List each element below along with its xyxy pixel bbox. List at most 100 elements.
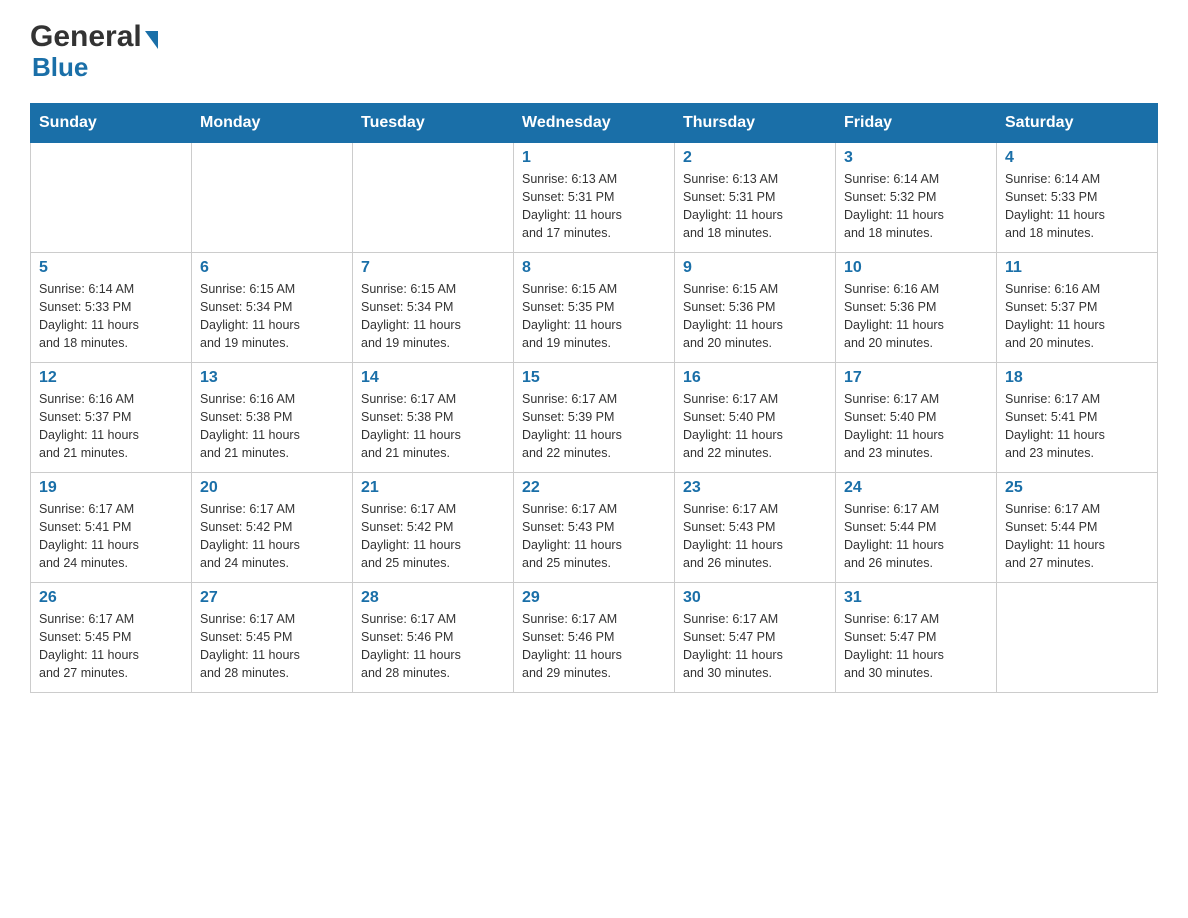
day-info: Sunrise: 6:17 AM Sunset: 5:42 PM Dayligh… [200, 500, 344, 573]
calendar-cell: 29Sunrise: 6:17 AM Sunset: 5:46 PM Dayli… [514, 583, 675, 693]
day-info: Sunrise: 6:17 AM Sunset: 5:43 PM Dayligh… [683, 500, 827, 573]
day-info: Sunrise: 6:16 AM Sunset: 5:37 PM Dayligh… [39, 390, 183, 463]
calendar-cell: 6 Sunrise: 6:15 AM Sunset: 5:34 PM Daylig… [192, 253, 353, 363]
calendar-cell: 27Sunrise: 6:17 AM Sunset: 5:45 PM Dayli… [192, 583, 353, 693]
day-info: Sunrise: 6:15 AM Sunset: 5:34 PM Dayligh… [361, 280, 505, 353]
calendar-cell: 14Sunrise: 6:17 AM Sunset: 5:38 PM Dayli… [353, 363, 514, 473]
day-info: Sunrise: 6:15 AM Sunset: 5:34 PM Dayligh… [200, 280, 344, 353]
day-info: Sunrise: 6:13 AM Sunset: 5:31 PM Dayligh… [683, 170, 827, 243]
calendar-cell: 26 Sunrise: 6:17 AM Sunset: 5:45 PM Dayli… [31, 583, 192, 693]
calendar-cell: 19Sunrise: 6:17 AM Sunset: 5:41 PM Dayli… [31, 473, 192, 583]
weekday-header-sunday: Sunday [31, 104, 192, 143]
day-number: 31 [844, 589, 988, 607]
day-info: Sunrise: 6:16 AM Sunset: 5:36 PM Dayligh… [844, 280, 988, 353]
calendar-cell: 8Sunrise: 6:15 AM Sunset: 5:35 PM Daylig… [514, 253, 675, 363]
logo-triangle-icon [145, 31, 158, 49]
day-number: 30 [683, 589, 827, 607]
day-number: 13 [200, 369, 344, 387]
calendar-cell: 10 Sunrise: 6:16 AM Sunset: 5:36 PM Dayli… [836, 253, 997, 363]
day-number: 22 [522, 479, 666, 497]
day-number: 3 [844, 149, 988, 167]
calendar-week-1: 1 Sunrise: 6:13 AM Sunset: 5:31 PM Daylig… [31, 143, 1158, 253]
calendar-cell: 30 Sunrise: 6:17 AM Sunset: 5:47 PM Dayli… [675, 583, 836, 693]
calendar-cell: 22 Sunrise: 6:17 AM Sunset: 5:43 PM Dayli… [514, 473, 675, 583]
day-number: 23 [683, 479, 827, 497]
calendar-cell: 5 Sunrise: 6:14 AM Sunset: 5:33 PM Daylig… [31, 253, 192, 363]
day-info: Sunrise: 6:17 AM Sunset: 5:39 PM Dayligh… [522, 390, 666, 463]
day-number: 17 [844, 369, 988, 387]
calendar-cell: 15 Sunrise: 6:17 AM Sunset: 5:39 PM Dayli… [514, 363, 675, 473]
day-number: 4 [1005, 149, 1149, 167]
day-info: Sunrise: 6:15 AM Sunset: 5:35 PM Dayligh… [522, 280, 666, 353]
day-number: 5 [39, 259, 183, 277]
calendar-cell: 9Sunrise: 6:15 AM Sunset: 5:36 PM Daylig… [675, 253, 836, 363]
calendar-cell [192, 143, 353, 253]
day-number: 19 [39, 479, 183, 497]
day-info: Sunrise: 6:17 AM Sunset: 5:45 PM Dayligh… [39, 610, 183, 683]
calendar-cell: 21 Sunrise: 6:17 AM Sunset: 5:42 PM Dayli… [353, 473, 514, 583]
day-number: 1 [522, 149, 666, 167]
day-number: 26 [39, 589, 183, 607]
logo-general: General [30, 20, 142, 54]
day-number: 2 [683, 149, 827, 167]
day-number: 28 [361, 589, 505, 607]
calendar-cell: 2 Sunrise: 6:13 AM Sunset: 5:31 PM Daylig… [675, 143, 836, 253]
logo-blue-text: Blue [30, 52, 158, 83]
calendar-cell: 13 Sunrise: 6:16 AM Sunset: 5:38 PM Dayli… [192, 363, 353, 473]
day-info: Sunrise: 6:17 AM Sunset: 5:40 PM Dayligh… [844, 390, 988, 463]
day-number: 6 [200, 259, 344, 277]
logo: General Blue [30, 20, 158, 83]
calendar-cell: 4Sunrise: 6:14 AM Sunset: 5:33 PM Daylig… [997, 143, 1158, 253]
weekday-header-friday: Friday [836, 104, 997, 143]
calendar-week-4: 19Sunrise: 6:17 AM Sunset: 5:41 PM Dayli… [31, 473, 1158, 583]
day-number: 20 [200, 479, 344, 497]
day-number: 7 [361, 259, 505, 277]
calendar-cell: 1 Sunrise: 6:13 AM Sunset: 5:31 PM Daylig… [514, 143, 675, 253]
day-number: 11 [1005, 259, 1149, 277]
weekday-header-thursday: Thursday [675, 104, 836, 143]
day-info: Sunrise: 6:14 AM Sunset: 5:32 PM Dayligh… [844, 170, 988, 243]
calendar-table: SundayMondayTuesdayWednesdayThursdayFrid… [30, 103, 1158, 693]
calendar-header: SundayMondayTuesdayWednesdayThursdayFrid… [31, 104, 1158, 143]
calendar-cell: 11Sunrise: 6:16 AM Sunset: 5:37 PM Dayli… [997, 253, 1158, 363]
day-info: Sunrise: 6:13 AM Sunset: 5:31 PM Dayligh… [522, 170, 666, 243]
day-info: Sunrise: 6:17 AM Sunset: 5:47 PM Dayligh… [683, 610, 827, 683]
weekday-header-tuesday: Tuesday [353, 104, 514, 143]
weekday-header-wednesday: Wednesday [514, 104, 675, 143]
day-number: 14 [361, 369, 505, 387]
day-info: Sunrise: 6:17 AM Sunset: 5:42 PM Dayligh… [361, 500, 505, 573]
day-number: 21 [361, 479, 505, 497]
day-number: 24 [844, 479, 988, 497]
day-number: 27 [200, 589, 344, 607]
calendar-cell: 20 Sunrise: 6:17 AM Sunset: 5:42 PM Dayli… [192, 473, 353, 583]
day-info: Sunrise: 6:17 AM Sunset: 5:40 PM Dayligh… [683, 390, 827, 463]
day-info: Sunrise: 6:17 AM Sunset: 5:46 PM Dayligh… [361, 610, 505, 683]
calendar-cell: 16Sunrise: 6:17 AM Sunset: 5:40 PM Dayli… [675, 363, 836, 473]
day-number: 18 [1005, 369, 1149, 387]
calendar-cell: 7 Sunrise: 6:15 AM Sunset: 5:34 PM Daylig… [353, 253, 514, 363]
day-info: Sunrise: 6:16 AM Sunset: 5:38 PM Dayligh… [200, 390, 344, 463]
calendar-week-5: 26 Sunrise: 6:17 AM Sunset: 5:45 PM Dayli… [31, 583, 1158, 693]
calendar-cell [31, 143, 192, 253]
day-number: 15 [522, 369, 666, 387]
day-number: 29 [522, 589, 666, 607]
day-info: Sunrise: 6:17 AM Sunset: 5:43 PM Dayligh… [522, 500, 666, 573]
weekday-header-saturday: Saturday [997, 104, 1158, 143]
day-number: 10 [844, 259, 988, 277]
calendar-week-2: 5 Sunrise: 6:14 AM Sunset: 5:33 PM Daylig… [31, 253, 1158, 363]
calendar-cell: 23 Sunrise: 6:17 AM Sunset: 5:43 PM Dayli… [675, 473, 836, 583]
day-info: Sunrise: 6:17 AM Sunset: 5:41 PM Dayligh… [1005, 390, 1149, 463]
weekday-header-row: SundayMondayTuesdayWednesdayThursdayFrid… [31, 104, 1158, 143]
day-info: Sunrise: 6:15 AM Sunset: 5:36 PM Dayligh… [683, 280, 827, 353]
logo-general-text: General [30, 20, 158, 54]
calendar-cell: 12Sunrise: 6:16 AM Sunset: 5:37 PM Dayli… [31, 363, 192, 473]
calendar-week-3: 12Sunrise: 6:16 AM Sunset: 5:37 PM Dayli… [31, 363, 1158, 473]
day-info: Sunrise: 6:17 AM Sunset: 5:47 PM Dayligh… [844, 610, 988, 683]
day-info: Sunrise: 6:17 AM Sunset: 5:44 PM Dayligh… [1005, 500, 1149, 573]
weekday-header-monday: Monday [192, 104, 353, 143]
day-number: 25 [1005, 479, 1149, 497]
calendar-cell: 3 Sunrise: 6:14 AM Sunset: 5:32 PM Daylig… [836, 143, 997, 253]
day-info: Sunrise: 6:14 AM Sunset: 5:33 PM Dayligh… [39, 280, 183, 353]
day-info: Sunrise: 6:17 AM Sunset: 5:44 PM Dayligh… [844, 500, 988, 573]
calendar-cell: 18 Sunrise: 6:17 AM Sunset: 5:41 PM Dayli… [997, 363, 1158, 473]
